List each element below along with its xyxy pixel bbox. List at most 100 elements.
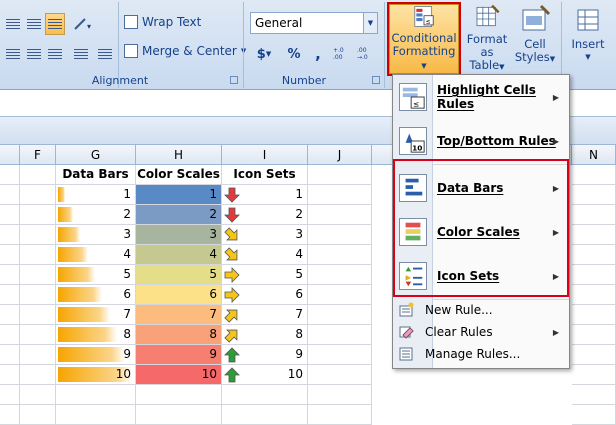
data-bars-cell[interactable]: 9	[56, 345, 136, 365]
row-header[interactable]	[0, 165, 20, 185]
merge-center-button[interactable]: Merge & Center ▼	[124, 44, 246, 58]
icon-sets-cell[interactable]: 4	[222, 245, 308, 265]
column-header-i[interactable]: I	[222, 145, 308, 165]
cell[interactable]	[136, 405, 222, 425]
row-header[interactable]	[0, 345, 20, 365]
row-header[interactable]	[0, 285, 20, 305]
insert-button[interactable]: Insert ▼	[566, 4, 610, 74]
column-header-n[interactable]: N	[572, 145, 616, 165]
align-right-button[interactable]	[45, 43, 65, 65]
cell-styles-button[interactable]: Cell Styles▼	[514, 4, 556, 74]
data-bars-cell[interactable]: 5	[56, 265, 136, 285]
row-header[interactable]	[0, 185, 20, 205]
color-scales-cell[interactable]: 2	[136, 205, 222, 225]
menu-item-clear-rules[interactable]: Clear Rules ▶	[393, 321, 569, 343]
align-middle-button[interactable]	[24, 13, 44, 35]
color-scales-cell[interactable]: 6	[136, 285, 222, 305]
column-header-h[interactable]: H	[136, 145, 222, 165]
icon-sets-cell[interactable]: 2	[222, 205, 308, 225]
cell[interactable]	[20, 325, 56, 345]
number-format-select[interactable]: General ▼	[250, 12, 378, 34]
column-header-g[interactable]: G	[56, 145, 136, 165]
data-bars-cell[interactable]: 7	[56, 305, 136, 325]
currency-button[interactable]: $ ▼	[250, 43, 278, 65]
cell[interactable]	[572, 185, 616, 205]
data-bars-cell[interactable]: 6	[56, 285, 136, 305]
cell[interactable]	[56, 385, 136, 405]
cell[interactable]	[20, 345, 56, 365]
color-scales-cell[interactable]: 4	[136, 245, 222, 265]
wrap-text-button[interactable]: Wrap Text	[124, 15, 201, 29]
number-launcher-icon[interactable]	[372, 76, 380, 84]
menu-item-new-rule[interactable]: New Rule...	[393, 299, 569, 321]
cell[interactable]	[222, 385, 308, 405]
color-scales-cell[interactable]: 5	[136, 265, 222, 285]
align-left-button[interactable]	[4, 43, 22, 65]
cell[interactable]	[20, 365, 56, 385]
row-header[interactable]	[0, 245, 20, 265]
icon-sets-cell[interactable]: 7	[222, 305, 308, 325]
cell[interactable]	[572, 165, 616, 185]
cell[interactable]	[572, 305, 616, 325]
alignment-launcher-icon[interactable]	[230, 76, 238, 84]
cell[interactable]	[308, 325, 372, 345]
row-header[interactable]	[0, 305, 20, 325]
cell[interactable]	[136, 385, 222, 405]
row-header[interactable]	[0, 325, 20, 345]
cell[interactable]	[572, 265, 616, 285]
icon-sets-cell[interactable]: 1	[222, 185, 308, 205]
align-top-button[interactable]	[4, 13, 22, 35]
data-bars-cell[interactable]: 2	[56, 205, 136, 225]
color-scales-cell[interactable]: 7	[136, 305, 222, 325]
data-bars-cell[interactable]: 4	[56, 245, 136, 265]
cell[interactable]	[20, 225, 56, 245]
menu-item-manage-rules[interactable]: Manage Rules...	[393, 343, 569, 365]
cell[interactable]	[308, 165, 372, 185]
cell[interactable]	[572, 325, 616, 345]
cell[interactable]	[20, 185, 56, 205]
cell[interactable]	[20, 265, 56, 285]
row-header[interactable]	[0, 365, 20, 385]
column-header-blank[interactable]	[0, 145, 20, 165]
cell[interactable]	[572, 365, 616, 385]
cell[interactable]	[572, 225, 616, 245]
icon-sets-cell[interactable]: 10	[222, 365, 308, 385]
increase-indent-button[interactable]	[94, 43, 116, 65]
cell[interactable]	[308, 365, 372, 385]
cell[interactable]	[20, 165, 56, 185]
column-header-f[interactable]: F	[20, 145, 56, 165]
cell[interactable]	[308, 285, 372, 305]
color-scales-cell[interactable]: 10	[136, 365, 222, 385]
cell[interactable]	[20, 405, 56, 425]
cell[interactable]	[308, 245, 372, 265]
cell[interactable]	[56, 405, 136, 425]
align-center-button[interactable]	[24, 43, 44, 65]
icon-sets-cell[interactable]: 9	[222, 345, 308, 365]
cell[interactable]	[308, 225, 372, 245]
decrease-decimal-button[interactable]: .00 →.0	[356, 43, 378, 65]
conditional-formatting-button[interactable]: ≤ Conditional Formatting ▼	[387, 2, 461, 76]
cell[interactable]	[20, 305, 56, 325]
icon-sets-cell[interactable]: 8	[222, 325, 308, 345]
row-header[interactable]	[0, 225, 20, 245]
percent-button[interactable]: %	[283, 43, 305, 65]
cell[interactable]	[308, 265, 372, 285]
comma-button[interactable]: ,	[307, 43, 329, 65]
decrease-indent-button[interactable]	[70, 43, 92, 65]
icon-sets-header[interactable]: Icon Sets	[222, 165, 308, 185]
color-scales-cell[interactable]: 1	[136, 185, 222, 205]
cell[interactable]	[572, 345, 616, 365]
color-scales-cell[interactable]: 9	[136, 345, 222, 365]
row-header[interactable]	[0, 265, 20, 285]
row-header[interactable]	[0, 385, 20, 405]
color-scales-cell[interactable]: 3	[136, 225, 222, 245]
increase-decimal-button[interactable]: +.0 .00	[332, 43, 354, 65]
row-header[interactable]	[0, 405, 20, 425]
data-bars-header[interactable]: Data Bars	[56, 165, 136, 185]
data-bars-cell[interactable]: 3	[56, 225, 136, 245]
data-bars-cell[interactable]: 10	[56, 365, 136, 385]
column-header-j[interactable]: J	[308, 145, 372, 165]
icon-sets-cell[interactable]: 5	[222, 265, 308, 285]
align-bottom-button[interactable]	[45, 13, 65, 35]
cell[interactable]	[20, 205, 56, 225]
